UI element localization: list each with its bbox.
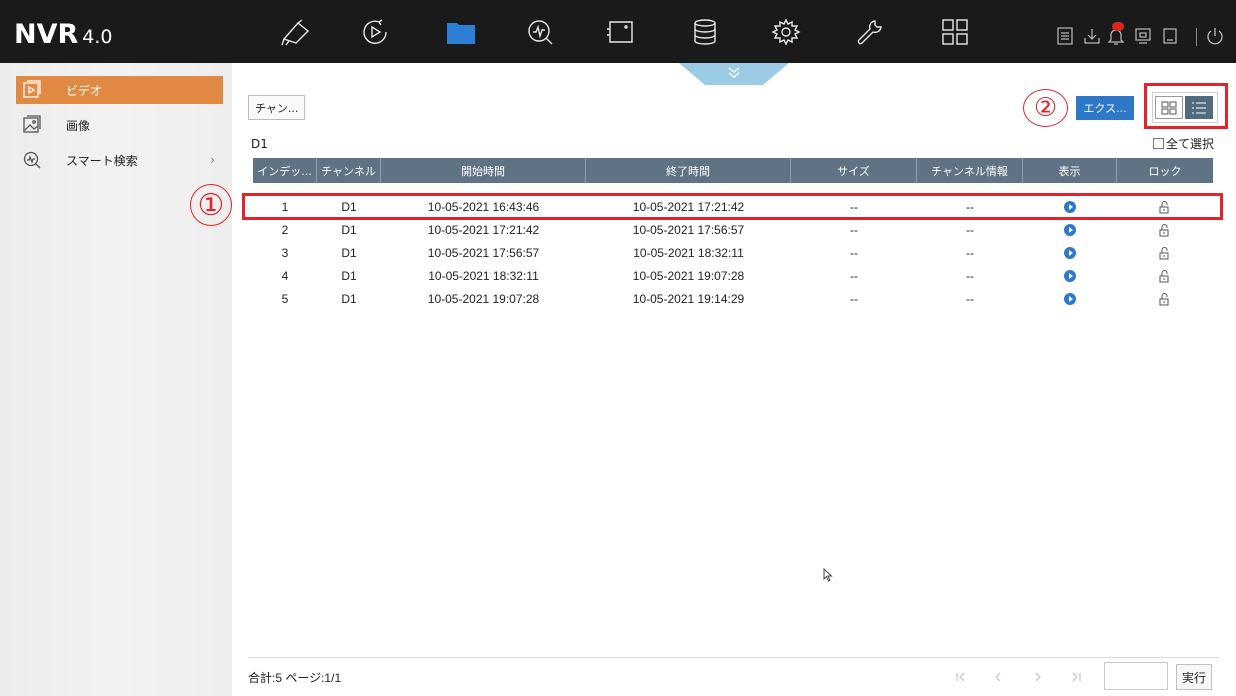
video-file-icon — [22, 80, 42, 100]
cell-channel: D1 — [341, 292, 357, 306]
mouse-cursor — [823, 567, 833, 586]
table-header: インデッ... チャンネル 開始時間 終了時間 サイズ チャンネル情報 表示 ロ… — [253, 158, 1213, 183]
column-header-end-time[interactable]: 終了時間 — [586, 158, 791, 183]
column-header-channel[interactable]: チャンネル — [317, 158, 381, 183]
sidebar-item-label: ビデオ — [66, 83, 103, 98]
table-row[interactable]: 2 D1 10-05-2021 17:21:42 10-05-2021 17:5… — [253, 219, 1213, 241]
cell-start-time: 10-05-2021 18:32:11 — [428, 269, 539, 283]
top-navigation-bar: NVR 4.0 — [0, 0, 1236, 63]
play-icon[interactable] — [1064, 224, 1076, 236]
unlock-icon[interactable] — [1159, 269, 1171, 283]
display-icon[interactable] — [603, 17, 639, 47]
app-name: NVR — [14, 19, 79, 50]
play-icon[interactable] — [1064, 270, 1076, 282]
collapse-handle[interactable] — [679, 63, 789, 85]
cell-channel: D1 — [341, 223, 357, 237]
column-header-start-time[interactable]: 開始時間 — [381, 158, 586, 183]
divider — [248, 657, 1219, 658]
notification-badge — [1112, 22, 1124, 31]
unlock-icon[interactable] — [1159, 223, 1171, 237]
cell-channel-info: -- — [966, 223, 974, 237]
sidebar-item-label: スマート検索 — [66, 153, 138, 168]
storage-icon[interactable] — [687, 17, 723, 47]
cell-end-time: 10-05-2021 19:07:28 — [632, 269, 745, 283]
picture-icon — [22, 115, 42, 135]
select-all-label: 全て選択 — [1166, 137, 1215, 151]
sidebar-item-picture[interactable]: 画像 — [16, 111, 223, 139]
unlock-icon[interactable] — [1159, 246, 1171, 260]
cell-channel: D1 — [341, 246, 357, 260]
play-icon[interactable] — [1064, 293, 1076, 305]
column-header-size[interactable]: サイズ — [791, 158, 917, 183]
go-button[interactable]: 実行 — [1176, 664, 1212, 690]
page-number-input[interactable] — [1104, 662, 1168, 690]
power-icon[interactable] — [1205, 26, 1225, 46]
sidebar: ビデオ 画像 スマート検索 › — [0, 63, 232, 696]
table-row[interactable]: 5 D1 10-05-2021 19:07:28 10-05-2021 19:1… — [253, 288, 1213, 310]
menu-grid-icon[interactable] — [937, 17, 973, 47]
cell-size: -- — [850, 223, 858, 237]
cell-end-time: 10-05-2021 19:14:29 — [632, 292, 745, 306]
app-logo: NVR 4.0 — [14, 19, 113, 50]
cell-channel-info: -- — [966, 292, 974, 306]
log-icon[interactable] — [1055, 26, 1075, 46]
first-page-icon[interactable] — [951, 667, 971, 687]
table-row[interactable]: 4 D1 10-05-2021 18:32:11 10-05-2021 19:0… — [253, 265, 1213, 287]
cell-size: -- — [850, 269, 858, 283]
play-icon[interactable] — [1064, 247, 1076, 259]
checkbox-icon — [1153, 138, 1164, 149]
highlight-box-row-1 — [242, 193, 1223, 220]
chevron-right-icon: › — [210, 153, 215, 167]
lock-screen-icon[interactable] — [1133, 26, 1153, 46]
next-page-icon[interactable] — [1028, 667, 1048, 687]
download-icon[interactable] — [1082, 26, 1102, 46]
cell-index: 2 — [281, 223, 289, 237]
cell-end-time: 10-05-2021 17:56:57 — [632, 223, 745, 237]
cell-start-time: 10-05-2021 17:21:42 — [427, 223, 540, 237]
annotation-marker-1: ① — [190, 184, 232, 226]
nvr-app: NVR 4.0 ビデオ 画像 スマート検索 › チャン... D1 エクス...… — [0, 0, 1236, 696]
column-header-lock[interactable]: ロック — [1117, 158, 1213, 183]
export-button[interactable]: エクス... — [1076, 96, 1134, 120]
unlock-icon[interactable] — [1159, 292, 1171, 306]
cell-start-time: 10-05-2021 19:07:28 — [427, 292, 540, 306]
playback-icon[interactable] — [357, 17, 393, 47]
annotation-marker-2: ② — [1023, 89, 1068, 127]
cell-size: -- — [850, 246, 858, 260]
app-version: 4.0 — [82, 26, 113, 48]
divider — [1196, 28, 1197, 46]
cell-start-time: 10-05-2021 17:56:57 — [427, 246, 540, 260]
column-header-index[interactable]: インデッ... — [253, 158, 317, 183]
smart-search-icon[interactable] — [522, 17, 558, 47]
cell-size: -- — [850, 292, 858, 306]
column-header-channel-info[interactable]: チャンネル情報 — [917, 158, 1023, 183]
sidebar-item-video[interactable]: ビデオ — [16, 76, 223, 104]
previous-page-icon[interactable] — [988, 667, 1008, 687]
cell-end-time: 10-05-2021 18:32:11 — [633, 246, 744, 260]
cell-index: 4 — [281, 269, 289, 283]
settings-icon[interactable] — [768, 17, 804, 47]
last-page-icon[interactable] — [1066, 667, 1086, 687]
select-all-checkbox[interactable]: 全て選択 — [1153, 135, 1214, 152]
sidebar-item-label: 画像 — [66, 118, 91, 133]
cell-index: 5 — [281, 292, 289, 306]
channel-label: D1 — [251, 137, 268, 151]
channel-button[interactable]: チャン... — [248, 95, 305, 120]
sidebar-item-smart-search[interactable]: スマート検索 › — [16, 146, 223, 174]
cell-channel-info: -- — [966, 269, 974, 283]
table-row[interactable]: 3 D1 10-05-2021 17:56:57 10-05-2021 18:3… — [253, 242, 1213, 264]
camera-icon[interactable] — [278, 17, 314, 47]
page-summary: 合計:5 ページ:1/1 — [248, 671, 342, 685]
cell-index: 3 — [281, 246, 289, 260]
folder-icon[interactable] — [443, 17, 479, 47]
cell-channel-info: -- — [966, 246, 974, 260]
user-icon[interactable] — [1160, 26, 1180, 46]
highlight-box-view-toggle — [1144, 83, 1228, 129]
cell-channel: D1 — [341, 269, 357, 283]
smart-search-icon — [22, 150, 42, 170]
column-header-view[interactable]: 表示 — [1023, 158, 1117, 183]
maintenance-icon[interactable] — [853, 17, 889, 47]
